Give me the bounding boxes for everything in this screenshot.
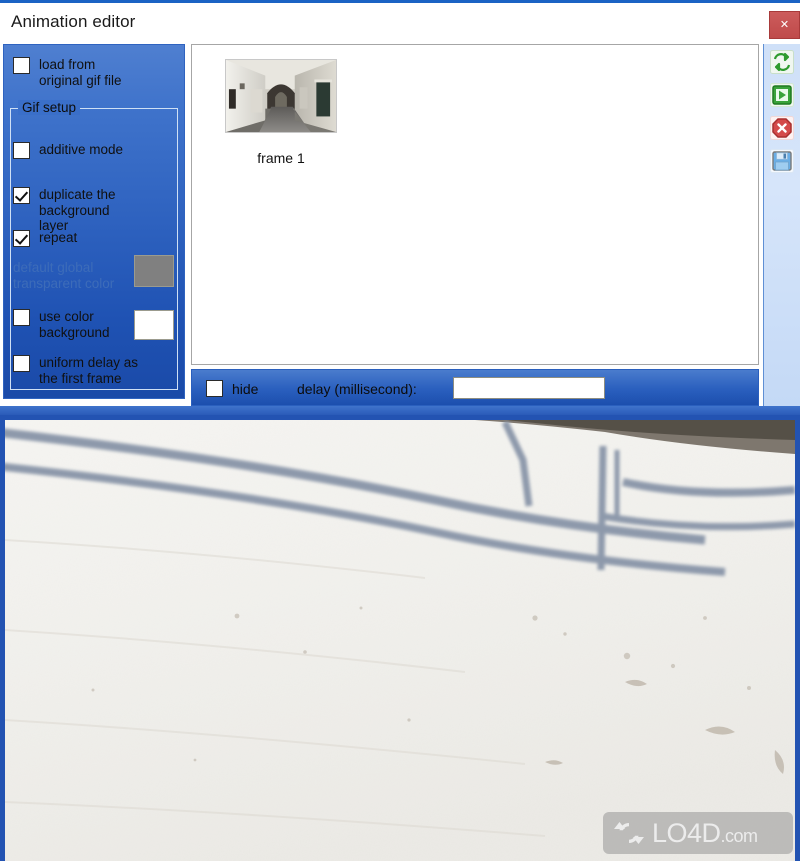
option-load-from-original-gif[interactable]: load from original gif file xyxy=(13,57,122,88)
lo4d-logo-icon xyxy=(614,822,644,844)
frame-item[interactable]: frame 1 xyxy=(221,59,341,166)
action-toolbar xyxy=(763,44,800,406)
close-button[interactable]: ✕ xyxy=(769,11,800,39)
refresh-button[interactable] xyxy=(770,50,794,74)
checkbox-uniform-delay[interactable] xyxy=(13,355,30,372)
frames-list[interactable]: frame 1 xyxy=(191,44,759,365)
watermark-brand: LO4D xyxy=(652,817,721,848)
option-repeat[interactable]: repeat xyxy=(13,230,77,247)
stop-button[interactable] xyxy=(770,116,794,140)
play-button[interactable] xyxy=(770,83,794,107)
frame-caption: frame 1 xyxy=(257,150,305,166)
option-duplicate-background-layer[interactable]: duplicate the background layer xyxy=(13,187,116,234)
label-uniform-delay: uniform delay as the first frame xyxy=(39,355,139,386)
delay-input[interactable] xyxy=(453,377,605,399)
option-hide[interactable]: hide xyxy=(206,380,258,397)
option-uniform-delay[interactable]: uniform delay as the first frame xyxy=(13,355,138,386)
gif-options-panel: load from original gif file Gif setup ad… xyxy=(3,44,185,399)
title-bar: Animation editor ✕ xyxy=(0,3,800,42)
close-icon: ✕ xyxy=(779,18,790,31)
frame-properties-bar: hide delay (millisecond): xyxy=(191,369,759,406)
label-delay: delay (millisecond): xyxy=(297,381,417,397)
save-icon xyxy=(770,149,794,173)
option-additive-mode[interactable]: additive mode xyxy=(13,142,123,159)
animation-editor-window: Animation editor ✕ load from original gi… xyxy=(0,0,800,861)
preview-image[interactable] xyxy=(5,420,795,861)
label-default-global-transparent-color: default global transparent color xyxy=(13,260,115,291)
checkbox-additive-mode[interactable] xyxy=(13,142,30,159)
watermark: LO4D.com xyxy=(603,812,793,854)
swatch-default-global-transparent-color[interactable] xyxy=(134,255,174,287)
label-duplicate-background-layer: duplicate the background layer xyxy=(39,187,116,233)
frame-thumbnail[interactable] xyxy=(225,59,337,133)
checkbox-repeat[interactable] xyxy=(13,230,30,247)
checkbox-duplicate-background-layer[interactable] xyxy=(13,187,30,204)
checkbox-hide[interactable] xyxy=(206,380,223,397)
label-additive-mode: additive mode xyxy=(39,142,124,157)
gif-setup-title: Gif setup xyxy=(18,100,81,115)
label-repeat: repeat xyxy=(39,230,78,245)
preview-panel xyxy=(0,415,800,861)
checkbox-load-from-original-gif[interactable] xyxy=(13,57,30,74)
save-button[interactable] xyxy=(770,149,794,173)
stop-icon xyxy=(770,116,794,140)
option-default-global-transparent-color: default global transparent color xyxy=(13,260,114,291)
refresh-icon xyxy=(770,50,794,74)
window-title: Animation editor xyxy=(11,12,136,31)
play-icon xyxy=(770,83,794,107)
checkbox-use-color-background[interactable] xyxy=(13,309,30,326)
label-load-from-original-gif: load from original gif file xyxy=(39,57,122,88)
label-use-color-background: use color background xyxy=(39,309,110,340)
option-use-color-background[interactable]: use color background xyxy=(13,309,110,340)
watermark-text: LO4D.com xyxy=(652,817,759,848)
label-hide: hide xyxy=(232,380,259,397)
watermark-suffix: .com xyxy=(720,825,759,846)
swatch-use-color-background[interactable] xyxy=(134,310,174,340)
